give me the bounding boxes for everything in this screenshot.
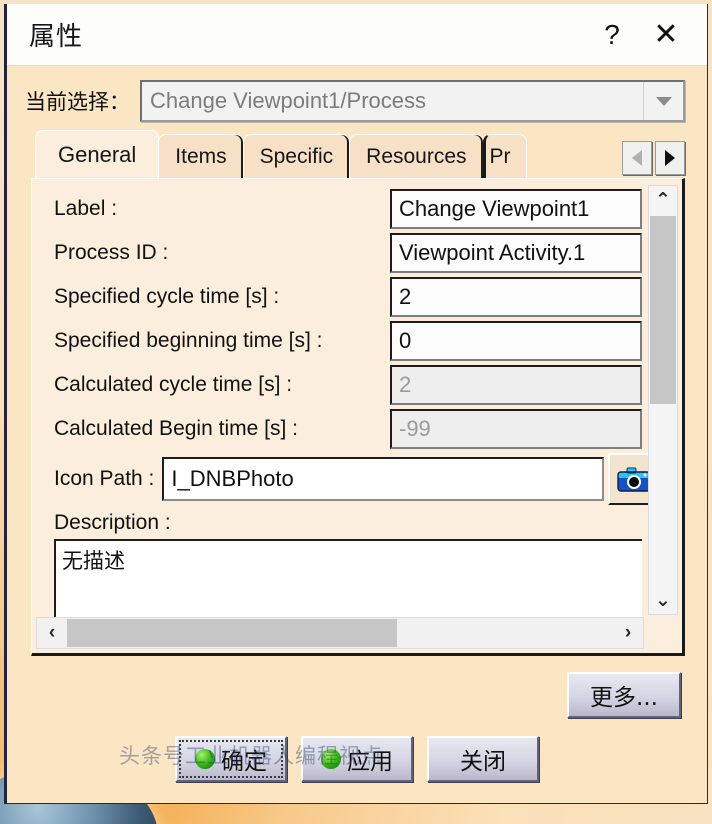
more-button[interactable]: 更多... xyxy=(567,672,681,718)
specified-beginning-time-input[interactable]: 0 xyxy=(390,321,642,361)
tab-resources-label: Resources xyxy=(366,144,467,168)
scroll-left-icon[interactable]: ‹ xyxy=(37,622,67,644)
ok-button[interactable]: 确定 xyxy=(175,736,287,782)
current-selection-combobox[interactable]: Change Viewpoint1/Process xyxy=(140,80,685,122)
current-selection-label: 当前选择： xyxy=(25,91,130,114)
horizontal-scroll-thumb[interactable] xyxy=(67,619,397,647)
calculated-cycle-time-input: 2 xyxy=(390,365,642,405)
close-window-button[interactable]: ✕ xyxy=(639,11,693,59)
icon-path-label: Icon Path : xyxy=(54,467,155,490)
tab-resources[interactable]: Resources xyxy=(349,134,484,178)
panel-horizontal-scrollbar[interactable]: ‹ › xyxy=(36,617,644,649)
window-title: 属性 xyxy=(29,21,84,51)
label-field-input[interactable]: Change Viewpoint1 xyxy=(390,189,642,229)
tab-specific[interactable]: Specific xyxy=(242,134,351,178)
process-id-input[interactable]: Viewpoint Activity.1 xyxy=(390,233,642,273)
specified-cycle-time-input[interactable]: 2 xyxy=(390,277,642,317)
tab-product[interactable]: Pr xyxy=(482,134,527,178)
scroll-right-icon[interactable]: › xyxy=(613,622,643,644)
chevron-down-icon[interactable] xyxy=(643,82,683,120)
tab-scroll-right-button[interactable] xyxy=(655,141,685,175)
apply-button[interactable]: 应用 xyxy=(301,736,413,782)
specified-cycle-time-label: Specified cycle time [s] : xyxy=(54,285,280,308)
field-row-calculated-cycle-time: Calculated cycle time [s] : 2 xyxy=(32,363,682,407)
help-button[interactable]: ? xyxy=(585,11,639,59)
green-ball-icon xyxy=(321,749,341,769)
vertical-scroll-thumb[interactable] xyxy=(650,216,676,404)
camera-icon xyxy=(617,467,651,492)
more-button-row: 更多... xyxy=(29,656,685,718)
action-button-row: 确定 应用 关闭 xyxy=(29,718,685,782)
field-row-label: Label : Change Viewpoint1 xyxy=(32,187,682,231)
field-row-calculated-begin-time: Calculated Begin time [s] : -99 xyxy=(32,407,682,451)
icon-path-input[interactable]: I_DNBPhoto xyxy=(162,457,604,501)
properties-dialog: 属性 ? ✕ 当前选择： Change Viewpoint1/Process G… xyxy=(4,4,708,804)
tab-general-label: General xyxy=(58,141,137,167)
ok-button-label: 确定 xyxy=(221,749,267,775)
calculated-begin-time-input: -99 xyxy=(390,409,642,449)
tab-items-label: Items xyxy=(175,144,227,168)
tab-panel-general: Label : Change Viewpoint1 Process ID : V… xyxy=(31,178,685,656)
current-selection-value: Change Viewpoint1/Process xyxy=(150,88,426,113)
description-label: Description : xyxy=(54,511,171,534)
description-textarea[interactable]: 无描述 xyxy=(54,539,642,621)
scroll-up-icon[interactable]: ⌃ xyxy=(649,186,677,214)
close-button[interactable]: 关闭 xyxy=(427,736,539,782)
field-row-specified-beginning-time: Specified beginning time [s] : 0 xyxy=(32,319,682,363)
dialog-body: 当前选择： Change Viewpoint1/Process General … xyxy=(7,66,707,803)
tab-strip: General Items Specific Resources Pr xyxy=(7,130,707,178)
calculated-cycle-time-label: Calculated cycle time [s] : xyxy=(54,373,293,396)
green-ball-icon xyxy=(195,749,215,769)
tab-product-label: Pr xyxy=(489,144,511,168)
calculated-begin-time-label: Calculated Begin time [s] : xyxy=(54,417,298,440)
tab-general[interactable]: General xyxy=(35,130,160,178)
process-id-label: Process ID : xyxy=(54,241,169,264)
field-row-specified-cycle-time: Specified cycle time [s] : 2 xyxy=(32,275,682,319)
tab-specific-label: Specific xyxy=(259,144,334,168)
tab-nav-buttons xyxy=(619,141,685,175)
current-selection-row: 当前选择： Change Viewpoint1/Process xyxy=(7,66,707,130)
dialog-footer: 更多... 确定 应用 关闭 头条号工业机器人编程视点 xyxy=(7,656,707,782)
field-row-process-id: Process ID : Viewpoint Activity.1 xyxy=(32,231,682,275)
label-field-label: Label : xyxy=(54,197,118,220)
tab-items[interactable]: Items xyxy=(158,134,244,178)
panel-vertical-scrollbar[interactable]: ⌃ ⌄ xyxy=(648,185,678,615)
tab-scroll-left-button[interactable] xyxy=(622,141,652,175)
titlebar: 属性 ? ✕ xyxy=(7,4,707,66)
scroll-down-icon[interactable]: ⌄ xyxy=(649,586,677,614)
specified-beginning-time-label: Specified beginning time [s] : xyxy=(54,329,323,352)
field-row-icon-path: Icon Path : I_DNBPhoto xyxy=(32,451,682,505)
apply-button-label: 应用 xyxy=(347,749,393,775)
